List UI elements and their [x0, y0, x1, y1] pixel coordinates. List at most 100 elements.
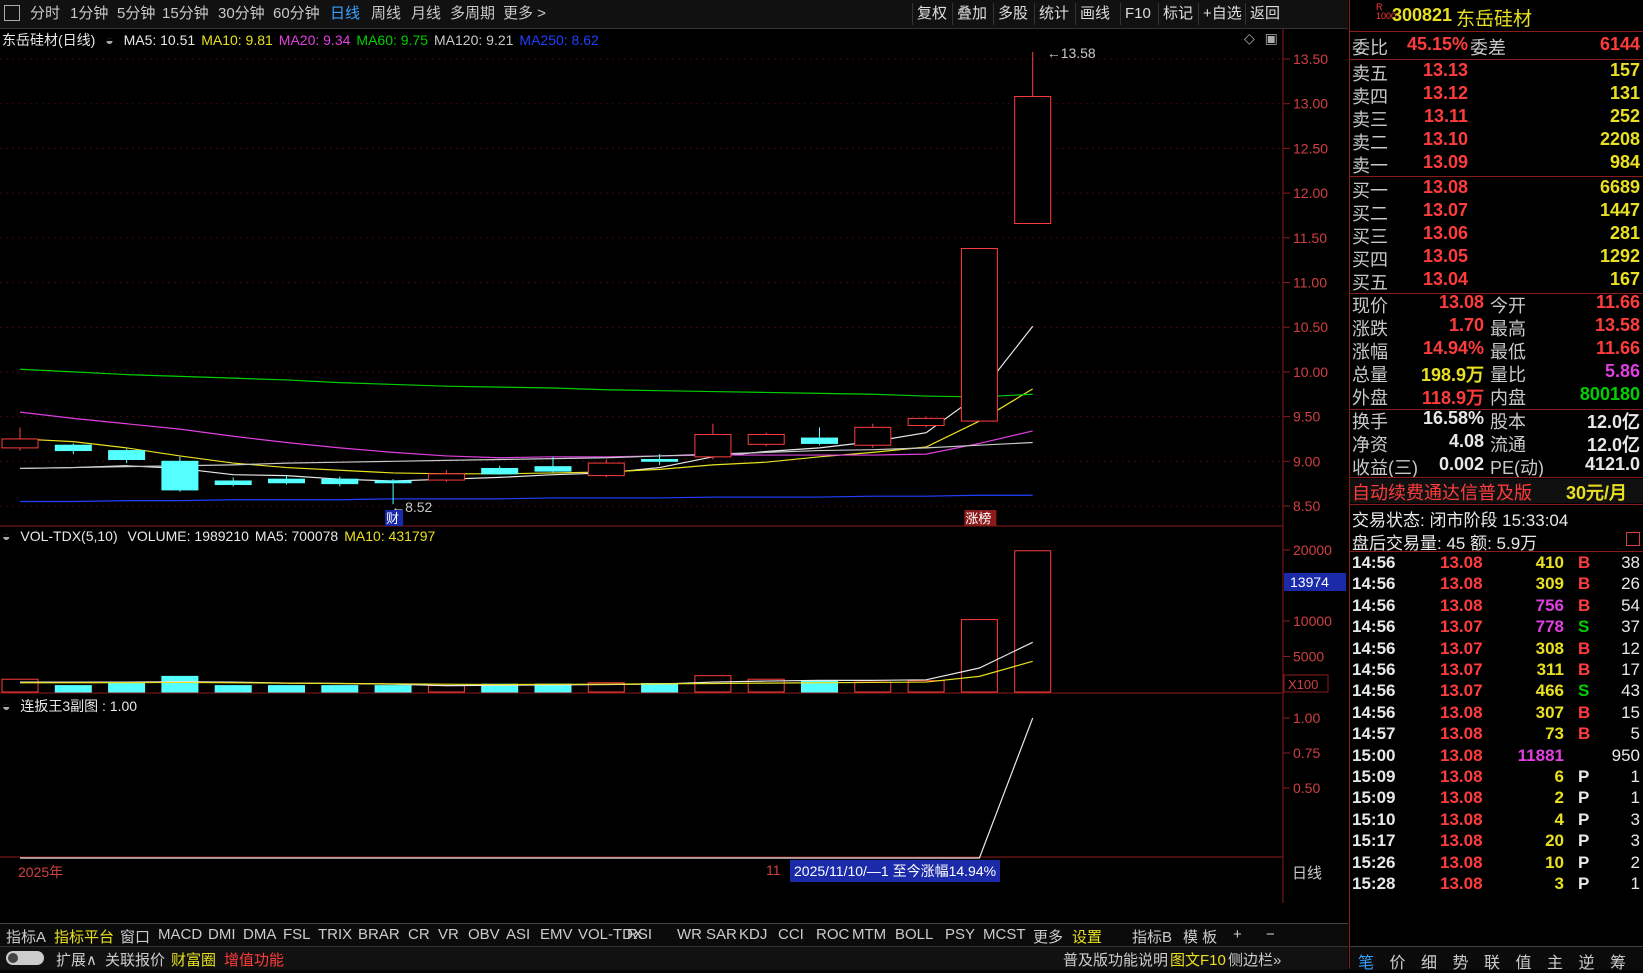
indicator-tab-19[interactable]: CCI [778, 926, 804, 943]
tool-button-5[interactable]: F10 [1120, 3, 1155, 25]
orderbook-row[interactable]: 买三 13.06 281 [1350, 223, 1643, 247]
indicator-tab-15[interactable]: RSI [627, 926, 652, 943]
collapse-icon[interactable]: ◒ [2, 528, 10, 544]
toggle-switch[interactable] [6, 951, 44, 965]
indicator-tab-18[interactable]: KDJ [739, 926, 767, 943]
orderbook-row[interactable]: 买四 13.05 1292 [1350, 246, 1643, 270]
orderbook-row[interactable]: 卖四 13.12 131 [1350, 83, 1643, 107]
indicator-tab-7[interactable]: TRIX [318, 926, 352, 943]
indicator-tab-20[interactable]: ROC [816, 926, 849, 943]
tick-direction: B [1578, 595, 1591, 615]
tick-count: 1 [1630, 767, 1640, 786]
calendar-icon[interactable] [1626, 532, 1640, 546]
orderbook-volume: 281 [1609, 223, 1640, 243]
detail-tab-5[interactable]: 值 [1516, 949, 1532, 973]
panel-toggle-icon[interactable]: ▣ [1265, 30, 1278, 46]
orderbook-row[interactable]: 卖二 13.10 2208 [1350, 129, 1643, 153]
indicator-tab-10[interactable]: VR [438, 926, 459, 943]
indicator-tab-27[interactable]: 指标B [1132, 926, 1172, 947]
period-tab-9[interactable]: 多周期 [450, 4, 495, 24]
indicator-tab-4[interactable]: DMI [208, 926, 236, 943]
period-tab-5[interactable]: 60分钟 [273, 4, 320, 24]
orderbook-row[interactable]: 买一 13.08 6689 [1350, 177, 1643, 201]
period-tab-2[interactable]: 5分钟 [117, 4, 155, 24]
bottom-right-item-0[interactable]: 普及版功能说明 [1063, 949, 1168, 970]
tick-price: 13.08 [1440, 831, 1483, 851]
indicator-tab-3[interactable]: MACD [158, 926, 202, 943]
indicator-tab-1[interactable]: 指标平台 [54, 926, 114, 947]
indicator-tab-21[interactable]: MTM [852, 926, 886, 943]
bottom-bar-item-0[interactable]: 扩展∧ [56, 949, 97, 970]
indicator-tab-2[interactable]: 窗口 [120, 926, 150, 947]
orderbook-row[interactable]: 买二 13.07 1447 [1350, 200, 1643, 224]
tick-time: 14:56 [1352, 681, 1396, 701]
tick-count: 17 [1621, 660, 1640, 679]
orderbook-row[interactable]: 卖一 13.09 984 [1350, 152, 1643, 176]
period-tab-0[interactable]: 分时 [30, 4, 60, 24]
volume-tick-label: 10000 [1293, 613, 1332, 629]
detail-tab-6[interactable]: 主 [1547, 949, 1563, 973]
stock-name[interactable]: 东岳硅材 [1456, 4, 1532, 31]
collapse-icon[interactable]: ◒ [105, 32, 113, 48]
indicator-tab-23[interactable]: PSY [945, 926, 975, 943]
bottom-bar-item-1[interactable]: 关联报价 [105, 949, 165, 970]
tool-button-0[interactable]: 复权 [912, 3, 951, 25]
detail-tab-4[interactable]: 联 [1484, 949, 1500, 973]
detail-tab-3[interactable]: 势 [1453, 949, 1469, 973]
tool-button-7[interactable]: +自选 [1198, 3, 1246, 25]
indicator-tab-8[interactable]: BRAR [358, 926, 400, 943]
ma-legend-item: MA5: 10.51 [123, 32, 196, 48]
detail-tab-2[interactable]: 细 [1421, 949, 1437, 973]
diamond-icon[interactable]: ◇ [1244, 30, 1255, 46]
detail-tab-0[interactable]: 笔 [1358, 949, 1374, 973]
indicator-tab-16[interactable]: WR [677, 926, 702, 943]
detail-tab-7[interactable]: 逆 [1579, 949, 1595, 973]
kline-chart-svg[interactable]: 13.50 13.00 12.50 12.00 11.50 11.00 10.50 10.00… [0, 28, 1348, 903]
indicator-tab-29[interactable]: + [1233, 926, 1242, 943]
collapse-icon[interactable]: ◒ [2, 698, 10, 714]
period-tab-3[interactable]: 15分钟 [162, 4, 209, 24]
tool-button-2[interactable]: 多股 [993, 3, 1032, 25]
indicator-tab-0[interactable]: 指标A [6, 926, 46, 947]
indicator-tab-22[interactable]: BOLL [895, 926, 933, 943]
indicator-tab-5[interactable]: DMA [243, 926, 276, 943]
period-tab-6[interactable]: 日线 [330, 4, 360, 24]
orderbook-row[interactable]: 卖三 13.11 252 [1350, 106, 1643, 130]
bottom-right-item-2[interactable]: 侧边栏» [1228, 949, 1281, 970]
orderbook-row[interactable]: 买五 13.04 167 [1350, 269, 1643, 293]
detail-tab-8[interactable]: 筹 [1610, 949, 1626, 973]
period-tab-4[interactable]: 30分钟 [218, 4, 265, 24]
period-tab-8[interactable]: 月线 [411, 4, 441, 24]
indicator-tab-13[interactable]: EMV [540, 926, 573, 943]
indicator-tab-24[interactable]: MCST [983, 926, 1026, 943]
bottom-bar-item-2[interactable]: 财富圈 [171, 949, 216, 970]
tick-time: 15:28 [1352, 874, 1396, 893]
menu-icon[interactable] [4, 5, 20, 21]
indicator-tab-25[interactable]: 更多 [1033, 926, 1063, 947]
period-tab-10[interactable]: 更多 > [503, 4, 546, 24]
tool-button-3[interactable]: 统计 [1034, 3, 1073, 25]
tool-button-8[interactable]: 返回 [1245, 3, 1284, 25]
tool-button-1[interactable]: 叠加 [952, 3, 991, 25]
indicator-tab-9[interactable]: CR [408, 926, 430, 943]
indicator-tab-17[interactable]: SAR [706, 926, 737, 943]
indicator-tab-6[interactable]: FSL [283, 926, 311, 943]
indicator-tab-28[interactable]: 模 板 [1183, 926, 1217, 947]
period-tab-7[interactable]: 周线 [371, 4, 401, 24]
tick-direction: P [1578, 788, 1590, 808]
indicator-tab-30[interactable]: − [1266, 926, 1275, 943]
tool-button-6[interactable]: 标记 [1158, 3, 1197, 25]
detail-tab-1[interactable]: 价 [1390, 949, 1406, 973]
period-label: 日线 [1292, 865, 1323, 882]
tool-button-4[interactable]: 画线 [1075, 3, 1114, 25]
indicator-tab-26[interactable]: 设置 [1072, 926, 1102, 947]
period-tab-1[interactable]: 1分钟 [70, 4, 108, 24]
promo-banner[interactable]: 自动续费通达信普及版 30元/月 [1350, 479, 1643, 503]
tick-volume: 4 [1554, 809, 1564, 829]
bottom-bar-item-3[interactable]: 增值功能 [224, 949, 284, 970]
orderbook-row[interactable]: 卖五 13.13 157 [1350, 60, 1643, 84]
bottom-right-item-1[interactable]: 图文F10 [1170, 949, 1226, 970]
indicator-tab-11[interactable]: OBV [468, 926, 500, 943]
tick-row: 14:56 13.08 756 B 54 [1350, 596, 1643, 618]
indicator-tab-12[interactable]: ASI [506, 926, 530, 943]
